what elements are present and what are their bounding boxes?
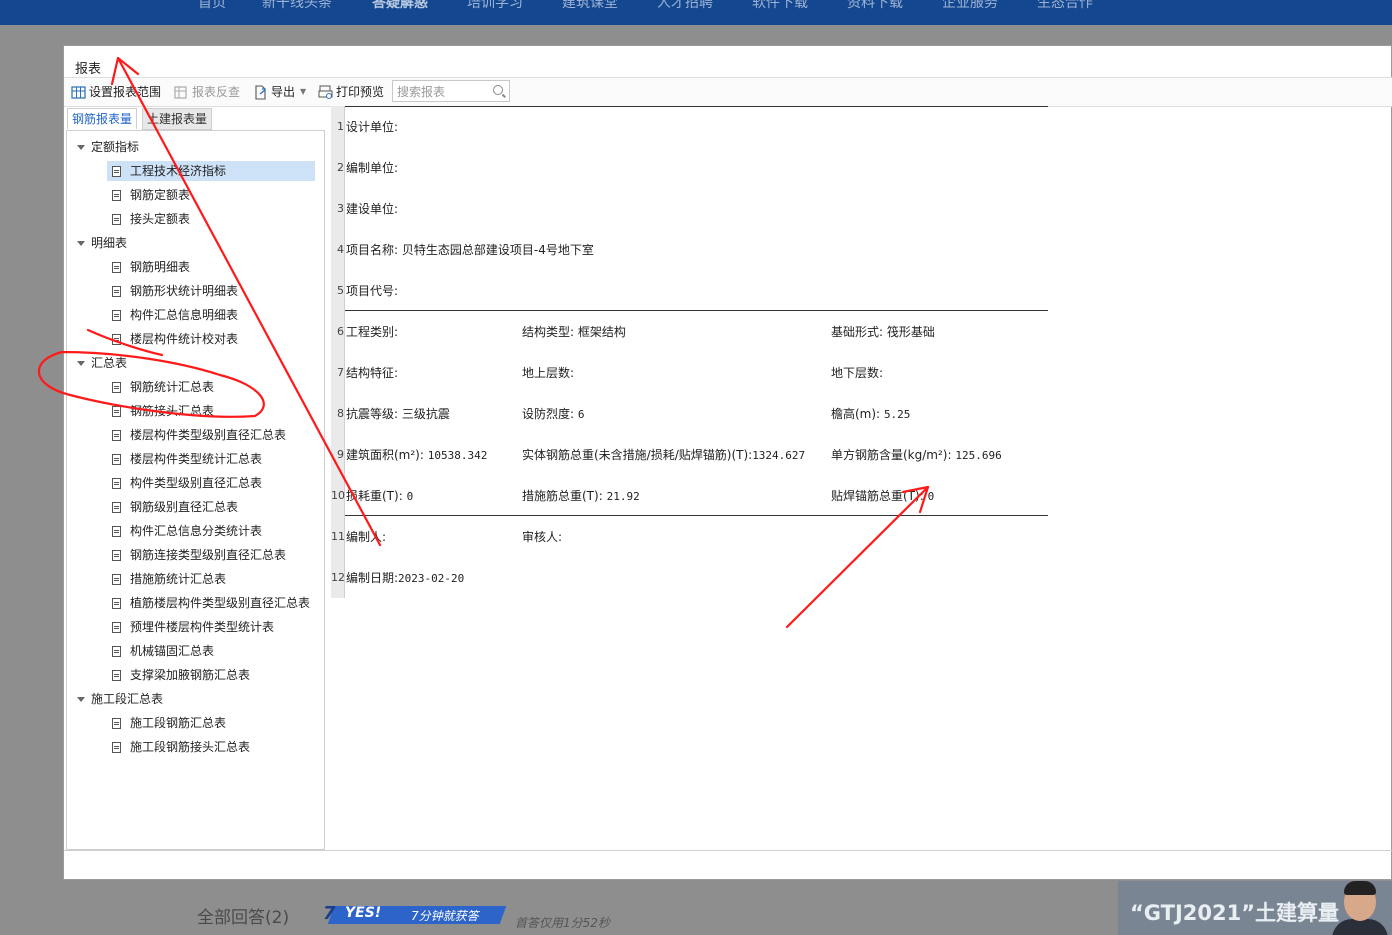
annotation-arrow [116, 56, 382, 547]
annotation-layer [37, 56, 930, 629]
annotation-circle [37, 328, 265, 418]
annotation-arrow [785, 485, 930, 629]
